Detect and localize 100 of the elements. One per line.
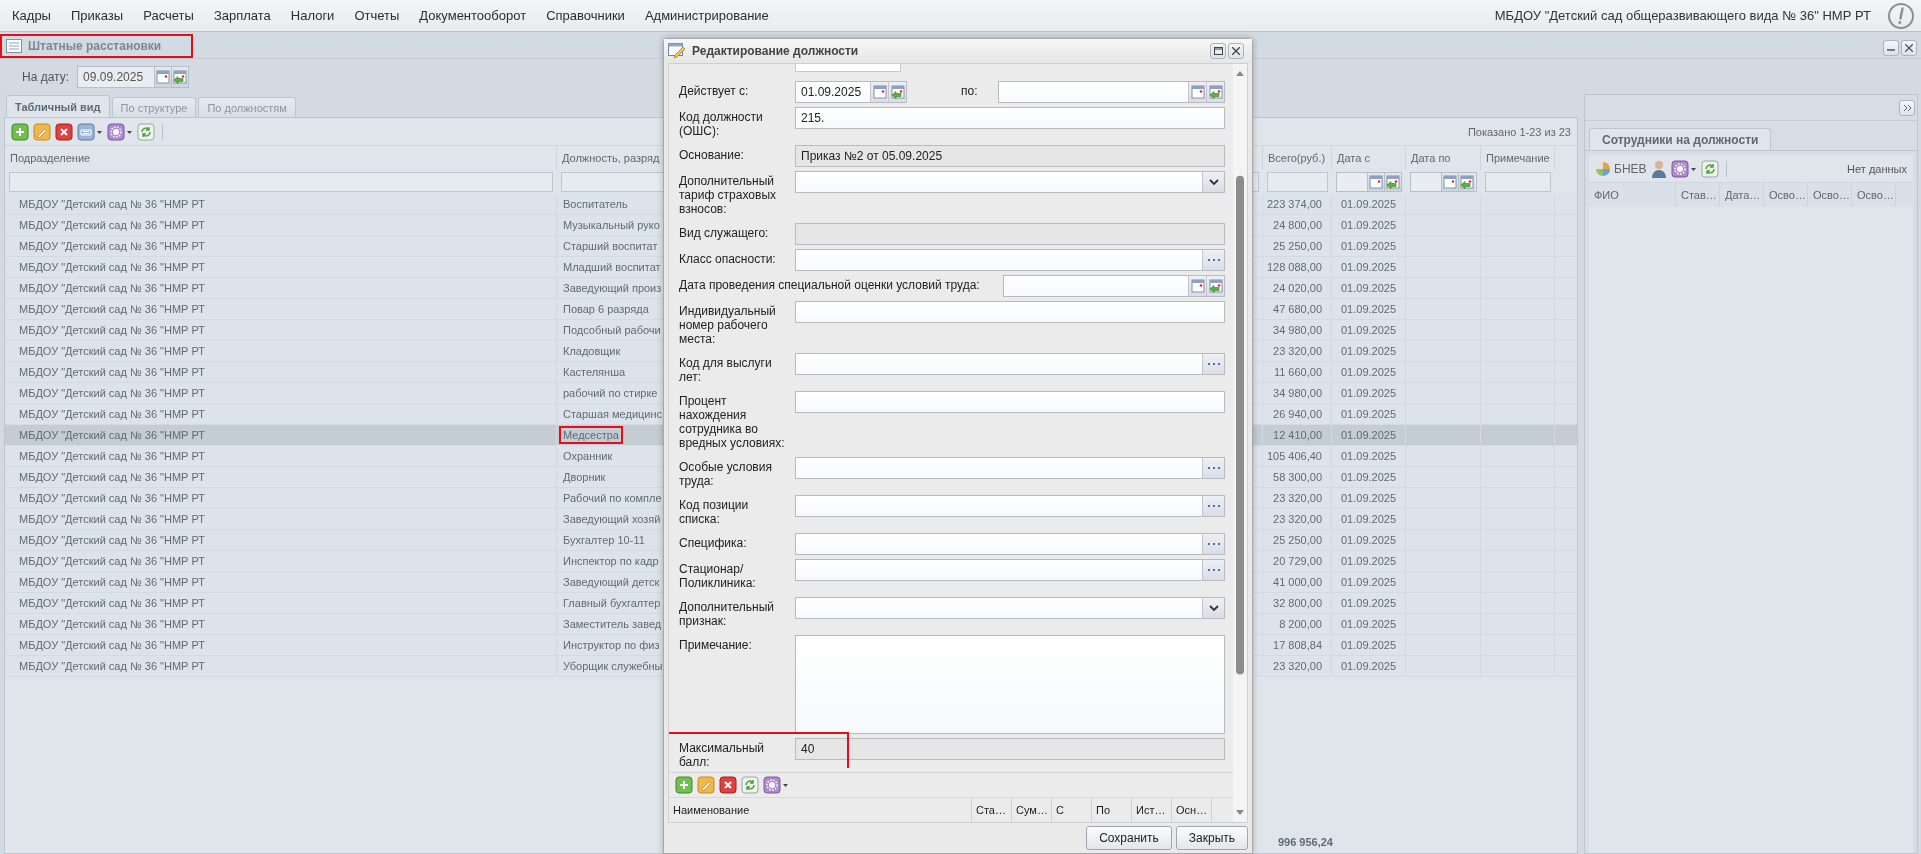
table-cell-text: 01.09.2025 xyxy=(1340,407,1398,422)
table-cell-text: 223 374,00 xyxy=(1265,197,1323,212)
field-label: Дата проведения специальной оценки условий труда: xyxy=(679,277,981,294)
dialog-title: Редактирование должности xyxy=(692,44,859,58)
table-cell-text: 105 406,40 xyxy=(1265,449,1323,464)
table-cell-text: МБДОУ "Детский сад № 36 "НМР РТ xyxy=(18,617,207,632)
table-cell-text: 01.09.2025 xyxy=(1340,596,1398,611)
table-cell-text: 01.09.2025 xyxy=(1340,260,1398,275)
table-cell-text: 01.09.2025 xyxy=(1340,512,1398,527)
table-cell-text: 01.09.2025 xyxy=(1340,197,1398,212)
field-label: Примечание: xyxy=(679,637,753,654)
table-cell-text: 01.09.2025 xyxy=(1340,575,1398,590)
table-cell-text: 01.09.2025 xyxy=(1340,659,1398,674)
table-cell-text: МБДОУ "Детский сад № 36 "НМР РТ xyxy=(18,659,207,674)
table-cell-text: 01.09.2025 xyxy=(1340,365,1398,380)
panel-title-text: Штатные расстановки xyxy=(28,38,162,53)
field-label: Основание: xyxy=(679,147,745,164)
field-label: Код позиции списка: xyxy=(679,497,750,528)
table-cell-text: МБДОУ "Детский сад № 36 "НМР РТ xyxy=(18,533,207,548)
table-cell-text: МБДОУ "Детский сад № 36 "НМР РТ xyxy=(18,323,207,338)
table-cell-text: 01.09.2025 xyxy=(1340,239,1398,254)
table-cell-text: 01.09.2025 xyxy=(1340,428,1398,443)
table-cell-text: МБДОУ "Детский сад № 36 "НМР РТ xyxy=(18,512,207,527)
table-cell-text: 01.09.2025 xyxy=(1340,449,1398,464)
table-cell-text: 01.09.2025 xyxy=(1340,491,1398,506)
table-cell-text: Инструктор по физ xyxy=(562,638,661,653)
field-label: Процент нахождения сотрудника во вредных условиях: xyxy=(679,393,786,452)
table-cell-text: 01.09.2025 xyxy=(1340,638,1398,653)
field-label: Дополнительный признак: xyxy=(679,599,776,630)
table-cell-text: МБДОУ "Детский сад № 36 "НМР РТ xyxy=(18,302,207,317)
table-cell-text: Заведующий произ xyxy=(562,281,663,296)
field-label: Класс опасности: xyxy=(679,251,777,268)
table-cell-text: Бухгалтер 10-11 xyxy=(562,533,646,548)
field-label: Код должности (ОШС): xyxy=(679,109,764,140)
field-label: по: xyxy=(961,84,978,98)
field-label: Индивидуальный номер рабочего места: xyxy=(679,303,777,348)
table-cell-text: МБДОУ "Детский сад № 36 "НМР РТ xyxy=(18,407,207,422)
table-cell-text: 25 250,00 xyxy=(1272,533,1323,548)
field-label: Максимальный балл: xyxy=(679,740,766,768)
table-cell-text: 41 000,00 xyxy=(1272,575,1323,590)
table-cell-text: МБДОУ "Детский сад № 36 "НМР РТ xyxy=(18,386,207,401)
table-cell-text: Старший воспитат xyxy=(562,239,659,254)
table-cell-text: Заведующий хозяй xyxy=(562,512,662,527)
table-cell-text: МБДОУ "Детский сад № 36 "НМР РТ xyxy=(18,449,207,464)
field-label: Вид служащего: xyxy=(679,225,770,242)
table-cell-text: 01.09.2025 xyxy=(1340,533,1398,548)
table-cell-text: 01.09.2025 xyxy=(1340,344,1398,359)
table-cell-text: 01.09.2025 xyxy=(1340,218,1398,233)
table-cell-text: Воспитатель xyxy=(562,197,629,212)
table-cell-text: 17 808,84 xyxy=(1272,638,1323,653)
table-cell-text: МБДОУ "Детский сад № 36 "НМР РТ xyxy=(18,428,207,443)
table-cell-text: 11 660,00 xyxy=(1272,365,1323,380)
table-cell-text: МБДОУ "Детский сад № 36 "НМР РТ xyxy=(18,638,207,653)
table-cell-text: рабочий по стирке xyxy=(562,386,659,401)
table-cell-text: 23 320,00 xyxy=(1272,512,1323,527)
table-cell-text: МБДОУ "Детский сад № 36 "НМР РТ xyxy=(18,197,207,212)
total-sum: 996 956,24 xyxy=(1276,835,1334,850)
table-cell-text: МБДОУ "Детский сад № 36 "НМР РТ xyxy=(18,281,207,296)
table-cell-text: МБДОУ "Детский сад № 36 "НМР РТ xyxy=(18,239,207,254)
field-label: Дополнительный тариф страховых взносов: xyxy=(679,173,777,218)
table-cell-text: 01.09.2025 xyxy=(1340,554,1398,569)
field-label: Особые условия труда: xyxy=(679,459,773,490)
table-cell-text: Заведующий детск xyxy=(562,575,661,590)
table-cell: Медсестра xyxy=(559,426,623,444)
table-cell-text: 01.09.2025 xyxy=(1340,470,1398,485)
table-cell-text: МБДОУ "Детский сад № 36 "НМР РТ xyxy=(18,491,207,506)
table-cell-text: 23 320,00 xyxy=(1272,491,1323,506)
table-cell-text: 24 020,00 xyxy=(1272,281,1323,296)
table-cell-text: МБДОУ "Детский сад № 36 "НМР РТ xyxy=(18,575,207,590)
table-cell-text: 01.09.2025 xyxy=(1340,386,1398,401)
date-label: На дату: xyxy=(22,69,70,84)
table-cell-text: Уборщик служебны xyxy=(562,659,664,674)
table-cell-text: Музыкальный руко xyxy=(562,218,661,233)
table-cell-text: МБДОУ "Детский сад № 36 "НМР РТ xyxy=(18,344,207,359)
records-info: Показано 1-23 из 23 xyxy=(1467,125,1571,138)
table-cell-text: 20 729,00 xyxy=(1272,554,1323,569)
table-cell-text: Подсобный рабочи xyxy=(562,323,662,338)
table-cell-text: 32 800,00 xyxy=(1272,596,1323,611)
table-cell-text: МБДОУ "Детский сад № 36 "НМР РТ xyxy=(18,470,207,485)
organization-name: МБДОУ "Детский сад общеразвивающего вида № 36" НМР РТ xyxy=(1494,8,1871,23)
table-cell-text: МБДОУ "Детский сад № 36 "НМР РТ xyxy=(18,260,207,275)
field-label: Специфика: xyxy=(679,535,748,552)
table-cell-text: Рабочий по компле xyxy=(562,491,663,506)
table-cell-text: Главный бухгалтер xyxy=(562,596,662,611)
table-cell-text: Инспектор по кадр xyxy=(562,554,660,569)
table-cell-text: 128 088,00 xyxy=(1265,260,1323,275)
table-cell-text: 34 980,00 xyxy=(1272,386,1323,401)
table-cell-text: 47 680,00 xyxy=(1272,302,1323,317)
table-cell-text: 01.09.2025 xyxy=(1340,281,1398,296)
table-cell-text: Кастелянша xyxy=(562,365,627,380)
table-cell-text: МБДОУ "Детский сад № 36 "НМР РТ xyxy=(18,218,207,233)
field-label: Действует с: xyxy=(679,83,750,100)
status-text: Нет данных xyxy=(1847,162,1907,175)
table-cell-text: Повар 6 разряда xyxy=(562,302,650,317)
table-cell-text: Охранник xyxy=(562,449,614,464)
table-cell-text: Заместитель завед xyxy=(562,617,663,632)
table-cell-text: 23 320,00 xyxy=(1272,659,1323,674)
table-cell-text: Младший воспитат xyxy=(562,260,662,275)
table-cell-text: Кладовщик xyxy=(562,344,622,359)
table-cell-text: 25 250,00 xyxy=(1272,239,1323,254)
